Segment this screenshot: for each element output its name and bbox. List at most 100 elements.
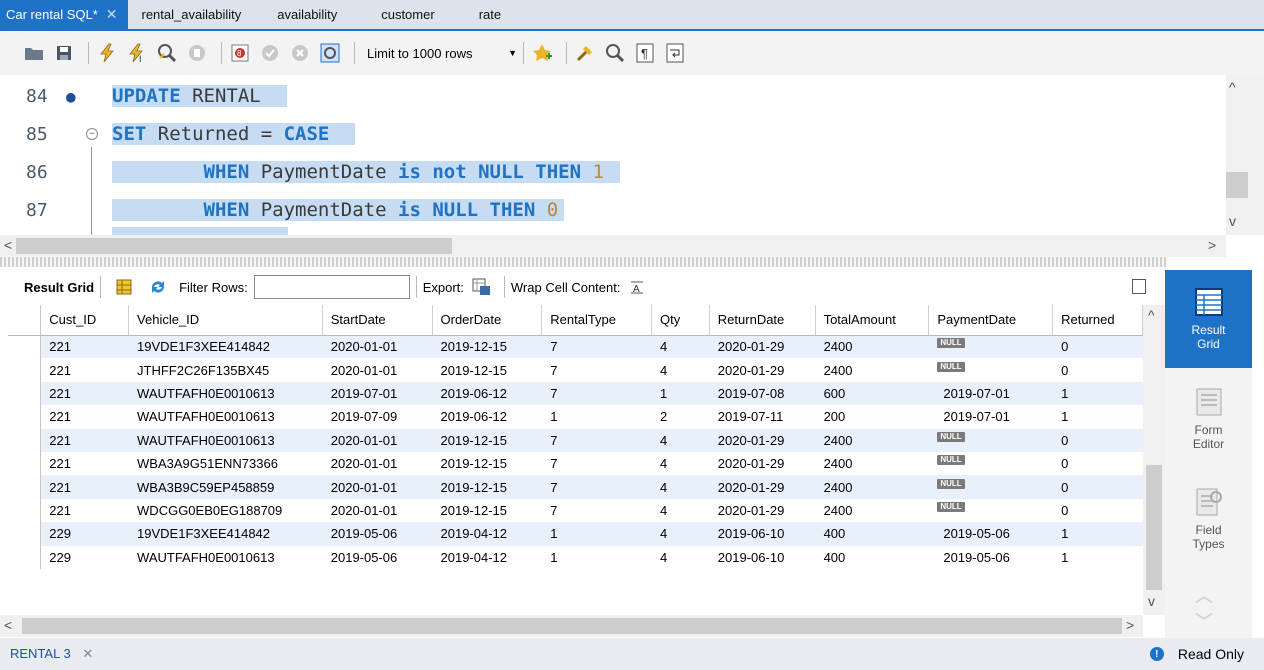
table-cell[interactable]: 2400 xyxy=(815,428,929,452)
scroll-right-icon[interactable]: > xyxy=(1126,617,1134,633)
table-cell[interactable]: 19VDE1F3XEE414842 xyxy=(128,522,323,546)
row-indicator[interactable] xyxy=(8,405,42,429)
table-cell[interactable]: 1 xyxy=(541,522,652,546)
table-cell[interactable]: NULL xyxy=(928,475,1053,499)
table-cell[interactable]: 229 xyxy=(40,545,129,569)
table-cell[interactable]: 1 xyxy=(1052,381,1143,406)
table-cell[interactable]: WDCGG0EB0EG188709 xyxy=(128,498,323,523)
row-indicator[interactable] xyxy=(8,358,42,382)
table-row[interactable]: 221 WAUTFAFH0E0010613 2020-01-01 2019-12-15… xyxy=(8,428,1143,452)
table-cell[interactable]: WBA3A9G51ENN73366 xyxy=(128,451,323,476)
table-cell[interactable]: 600 xyxy=(815,381,929,406)
table-cell[interactable]: 1 xyxy=(1052,545,1143,569)
column-header[interactable]: Cust_ID xyxy=(40,305,130,336)
table-row[interactable]: 221 WBA3A9G51ENN73366 2020-01-01 2019-12-15… xyxy=(8,451,1143,476)
table-cell[interactable]: 2019-05-06 xyxy=(322,522,432,546)
tab-availability[interactable]: availability xyxy=(255,0,359,29)
autocommit-icon[interactable] xyxy=(318,41,342,65)
table-cell[interactable]: 221 xyxy=(40,381,129,406)
table-cell[interactable]: NULL xyxy=(928,428,1053,452)
tab-rate[interactable]: rate xyxy=(457,0,523,29)
export-icon[interactable] xyxy=(472,278,490,296)
table-cell[interactable]: 221 xyxy=(40,358,129,382)
invisible-chars-icon[interactable]: ¶ xyxy=(633,41,657,65)
table-cell[interactable]: 2019-07-08 xyxy=(709,381,816,406)
table-cell[interactable]: WBA3B9C59EP458859 xyxy=(128,475,323,499)
field-types-button[interactable]: Field Types xyxy=(1165,470,1252,568)
table-cell[interactable]: 2020-01-01 xyxy=(322,498,432,523)
table-cell[interactable]: 2019-12-15 xyxy=(432,475,542,499)
save-icon[interactable] xyxy=(52,41,76,65)
table-row[interactable]: 229 WAUTFAFH0E0010613 2019-05-06 2019-04-12… xyxy=(8,545,1143,569)
table-cell[interactable]: 2019-07-01 xyxy=(928,381,1053,406)
close-icon[interactable]: ✕ xyxy=(82,646,93,661)
table-cell[interactable]: 2020-01-29 xyxy=(709,358,816,382)
row-indicator[interactable] xyxy=(8,381,42,406)
column-header[interactable]: RentalType xyxy=(541,305,652,336)
table-cell[interactable]: 2019-05-06 xyxy=(928,522,1053,546)
tab-rental-3[interactable]: RENTAL 3 ✕ xyxy=(10,646,93,662)
fold-toggle-icon[interactable]: − xyxy=(86,128,98,140)
sql-editor[interactable]: 84 ● UPDATE RENTAL 85 − SET Returned = C… xyxy=(0,75,1226,235)
table-cell[interactable]: 2020-01-01 xyxy=(322,358,432,382)
table-cell[interactable]: 2020-01-01 xyxy=(322,475,432,499)
scroll-up-icon[interactable]: ^ xyxy=(1229,79,1236,95)
table-cell[interactable]: 2400 xyxy=(815,475,929,499)
rollback-icon[interactable] xyxy=(288,41,312,65)
table-cell[interactable]: 4 xyxy=(651,358,710,382)
table-cell[interactable]: 4 xyxy=(651,335,710,359)
table-cell[interactable]: 400 xyxy=(815,545,929,569)
table-cell[interactable]: 200 xyxy=(815,405,929,429)
scroll-down-icon[interactable]: v xyxy=(1148,593,1155,609)
table-cell[interactable]: 2019-05-06 xyxy=(322,545,432,569)
table-cell[interactable]: 221 xyxy=(40,451,129,476)
column-header[interactable]: Vehicle_ID xyxy=(128,305,323,336)
table-cell[interactable]: 2019-06-12 xyxy=(432,405,542,429)
scroll-down-icon[interactable]: v xyxy=(1229,213,1236,229)
wrap-cell-icon[interactable]: A xyxy=(628,278,646,296)
table-cell[interactable]: WAUTFAFH0E0010613 xyxy=(128,428,323,452)
table-cell[interactable]: 4 xyxy=(651,545,710,569)
open-folder-icon[interactable] xyxy=(22,41,46,65)
scroll-left-icon[interactable]: < xyxy=(4,237,12,253)
table-cell[interactable]: 2400 xyxy=(815,498,929,523)
table-cell[interactable]: 2020-01-29 xyxy=(709,335,816,359)
table-cell[interactable]: WAUTFAFH0E0010613 xyxy=(128,381,323,406)
explain-icon[interactable] xyxy=(155,41,179,65)
row-indicator[interactable] xyxy=(8,498,42,523)
table-row[interactable]: 221 JTHFF2C26F135BX45 2020-01-01 2019-12-15… xyxy=(8,358,1143,382)
table-cell[interactable]: 2400 xyxy=(815,451,929,476)
table-cell[interactable]: 2019-07-11 xyxy=(709,405,816,429)
table-cell[interactable]: 2020-01-01 xyxy=(322,451,432,476)
table-cell[interactable]: 2019-12-15 xyxy=(432,451,542,476)
table-cell[interactable]: 2020-01-29 xyxy=(709,451,816,476)
add-snippet-icon[interactable] xyxy=(530,41,554,65)
table-cell[interactable]: 2400 xyxy=(815,358,929,382)
table-cell[interactable]: 2400 xyxy=(815,335,929,359)
table-cell[interactable]: WAUTFAFH0E0010613 xyxy=(128,545,323,569)
table-cell[interactable]: 2019-12-15 xyxy=(432,358,542,382)
row-indicator[interactable] xyxy=(8,335,42,359)
table-cell[interactable]: 4 xyxy=(651,498,710,523)
table-cell[interactable]: NULL xyxy=(928,451,1053,476)
table-cell[interactable]: 1 xyxy=(541,405,652,429)
table-cell[interactable]: 2019-04-12 xyxy=(432,522,542,546)
table-cell[interactable]: 4 xyxy=(651,428,710,452)
table-cell[interactable]: 2 xyxy=(651,405,710,429)
table-cell[interactable]: 2020-01-01 xyxy=(322,428,432,452)
table-cell[interactable]: 0 xyxy=(1052,358,1143,382)
table-cell[interactable]: 221 xyxy=(40,405,129,429)
scroll-left-icon[interactable]: < xyxy=(4,617,12,633)
grid-layout-icon[interactable] xyxy=(115,278,133,296)
beautify-icon[interactable] xyxy=(573,41,597,65)
result-grid-button[interactable]: Result Grid xyxy=(1165,270,1252,368)
tab-customer[interactable]: customer xyxy=(359,0,456,29)
form-editor-button[interactable]: Form Editor xyxy=(1165,370,1252,468)
table-row[interactable]: 221 WDCGG0EB0EG188709 2020-01-01 2019-12-15… xyxy=(8,498,1143,523)
table-cell[interactable]: 7 xyxy=(541,498,652,523)
table-cell[interactable]: 0 xyxy=(1052,498,1143,523)
row-indicator[interactable] xyxy=(8,522,42,546)
table-cell[interactable]: 2019-05-06 xyxy=(928,545,1053,569)
table-row[interactable]: 229 19VDE1F3XEE414842 2019-05-06 2019-04-12… xyxy=(8,522,1143,546)
table-cell[interactable]: 2020-01-01 xyxy=(322,335,432,359)
